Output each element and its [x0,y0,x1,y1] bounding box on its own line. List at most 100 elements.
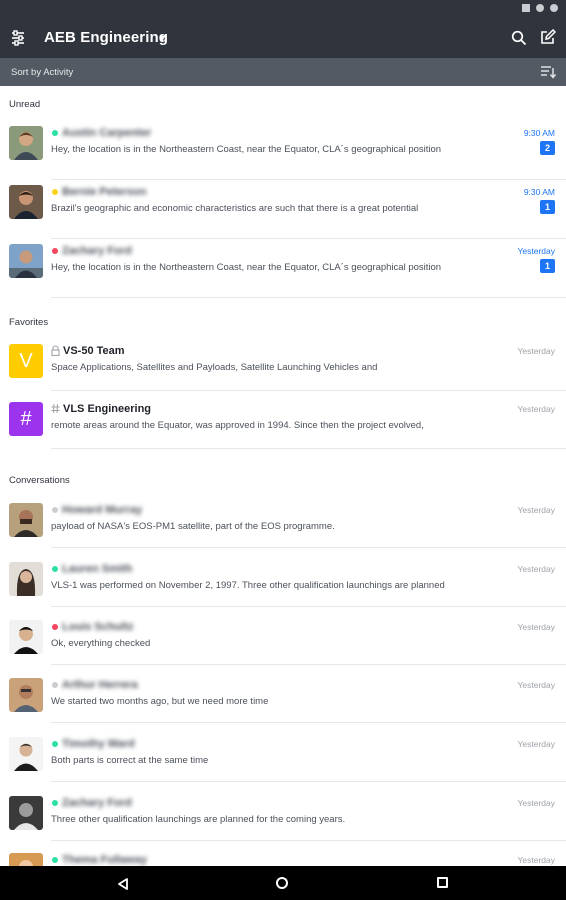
user-name: Austin Carpenter [62,127,152,139]
list-item[interactable]: V VS-50 Team Space Applications, Satelli… [0,340,566,398]
timestamp: Yesterday [517,505,556,515]
avatar [9,126,43,160]
list-item[interactable]: Zachary Ford Three other qualification l… [0,792,566,850]
avatar [9,853,43,866]
search-button[interactable] [511,30,527,46]
avatar [9,185,43,219]
status-offline-icon [52,507,58,513]
divider [51,179,566,180]
channel-name: VLS Engineering [63,403,152,415]
divider [51,840,566,841]
chevron-down-icon[interactable]: ▼ [158,33,167,43]
user-name: Bernie Peterson [62,186,147,198]
avatar [9,796,43,830]
unread-badge: 2 [540,141,555,155]
list-item[interactable]: Arthur Herrera We started two months ago… [0,674,566,732]
status-offline-icon [52,682,58,688]
channel-name: VS-50 Team [63,345,125,357]
status-icons [522,4,558,12]
status-online-icon [52,130,58,136]
list-item[interactable]: Timothy Ward Both parts is correct at th… [0,733,566,791]
wifi-icon [536,4,544,12]
home-button[interactable] [276,877,288,889]
unread-badge: 1 [540,200,555,214]
filter-menu-button[interactable] [10,30,26,46]
user-name: Lauren Smith [62,563,133,575]
list-item[interactable]: Austin Carpenter Hey, the location is in… [0,122,566,180]
list-item[interactable]: Howard Murray payload of NASA's EOS-PM1 … [0,499,566,557]
message-preview: We started two months ago, but we need m… [51,696,269,707]
user-name: Howard Murray [62,504,143,516]
divider [51,390,566,391]
section-header-unread: Unread [9,99,41,110]
divider [51,238,566,239]
message-preview: VLS-1 was performed on November 2, 1997.… [51,580,445,591]
list-item[interactable]: Lauren Smith VLS-1 was performed on Nove… [0,558,566,616]
channel-avatar: V [9,344,43,378]
avatar [9,562,43,596]
back-icon [118,878,128,890]
lock-icon [51,345,60,358]
message-preview: remote areas around the Equator, was app… [51,420,424,431]
message-preview: Space Applications, Satellites and Paylo… [51,362,378,373]
workspace-title[interactable]: AEB Engineering [44,29,168,46]
timestamp: Yesterday [517,855,556,865]
divider [51,297,566,298]
signal-icon [522,4,530,12]
status-online-icon [52,857,58,863]
user-name: Zachary Ford [62,245,132,257]
list-item[interactable]: Zachary Ford Hey, the location is in the… [0,240,566,298]
divider [51,722,566,723]
recent-apps-button[interactable] [437,877,448,888]
divider [51,606,566,607]
sort-button[interactable] [540,65,557,79]
avatar [9,737,43,771]
message-preview: Brazil's geographic and economic charact… [51,203,419,214]
room-list: Unread Austin Carpenter Hey, the locatio… [0,86,566,866]
app-header: AEB Engineering ▼ [0,20,566,58]
timestamp: Yesterday [517,246,556,256]
status-online-icon [52,800,58,806]
system-navigation-bar [0,866,566,900]
section-header-conversations: Conversations [9,475,70,486]
search-icon [511,30,527,46]
timestamp: Yesterday [517,622,556,632]
avatar [9,678,43,712]
avatar [9,620,43,654]
timestamp: 9:30 AM [523,187,555,197]
message-preview: Both parts is correct at the same time [51,755,209,766]
divider [51,448,566,449]
message-preview: Ok, everything checked [51,638,151,649]
list-item[interactable]: Louis Schultz Ok, everything checked Yes… [0,616,566,674]
user-name: Thema Fullaway [62,854,147,866]
status-busy-icon [52,624,58,630]
new-message-button[interactable] [539,28,557,46]
user-name: Timothy Ward [62,738,135,750]
timestamp: Yesterday [517,739,556,749]
system-status-bar [0,0,566,20]
sort-label[interactable]: Sort by Activity [11,67,73,78]
status-online-icon [52,566,58,572]
message-preview: Three other qualification launchings are… [51,814,346,825]
timestamp: Yesterday [517,798,556,808]
list-item[interactable]: Thema Fullaway Yesterday [0,851,566,866]
battery-icon [550,4,558,12]
list-item[interactable]: # VLS Engineering remote areas around th… [0,398,566,456]
message-preview: Hey, the location is in the Northeastern… [51,144,442,155]
user-name: Zachary Ford [62,797,132,809]
timestamp: Yesterday [517,346,556,356]
status-busy-icon [52,248,58,254]
timestamp: Yesterday [517,680,556,690]
timestamp: Yesterday [517,404,556,414]
list-item[interactable]: Bernie Peterson Brazil's geographic and … [0,181,566,239]
avatar [9,503,43,537]
message-preview: Hey, the location is in the Northeastern… [51,262,442,273]
status-online-icon [52,741,58,747]
user-name: Arthur Herrera [62,679,138,691]
timestamp: 9:30 AM [523,128,555,138]
back-button[interactable] [117,877,129,890]
status-away-icon [52,189,58,195]
sort-bar: Sort by Activity [0,58,566,86]
channel-avatar: # [9,402,43,436]
hashtag-icon [51,403,60,416]
